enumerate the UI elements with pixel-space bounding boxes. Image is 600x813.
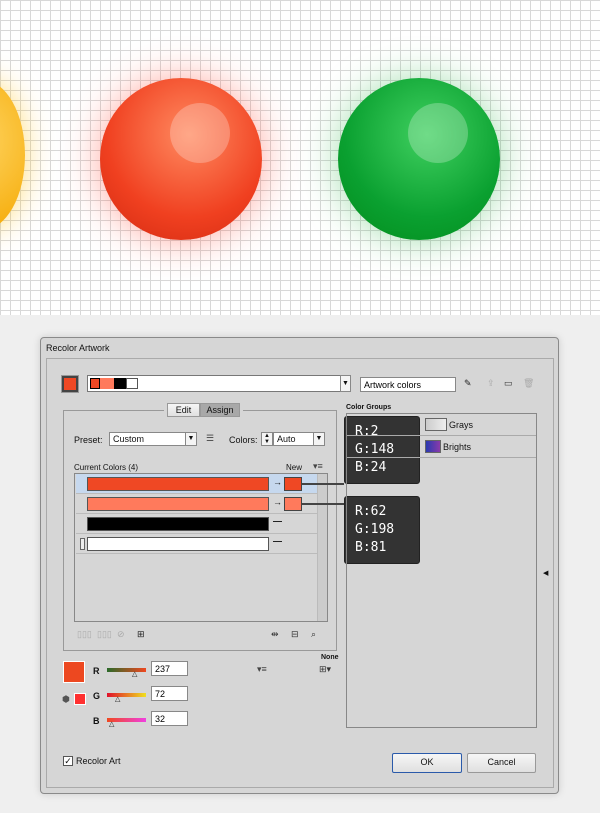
current-color-preview: [63, 661, 85, 683]
r-input[interactable]: [151, 661, 188, 676]
color-group-item[interactable]: Brights: [347, 436, 536, 458]
color-mode-menu-icon[interactable]: ▾≡: [257, 664, 267, 675]
colors-label: Colors:: [229, 435, 258, 445]
grays-swatches: [425, 418, 447, 431]
trash-icon[interactable]: 🗑: [523, 378, 534, 389]
new-row-icon[interactable]: ⊞: [137, 629, 145, 640]
exclude-colors-icon[interactable]: ⊘: [117, 629, 125, 640]
find-colors-icon[interactable]: ⌕: [311, 629, 316, 640]
green-sphere: [338, 78, 500, 240]
arrow-icon[interactable]: →: [273, 497, 282, 507]
out-of-gamut-cube-icon[interactable]: ⬢: [62, 694, 70, 705]
save-group-icon[interactable]: ⇪: [487, 378, 495, 389]
color-group-bar[interactable]: [87, 375, 341, 392]
color-row[interactable]: —: [76, 514, 317, 534]
list-menu-icon[interactable]: ▾≡: [313, 461, 323, 472]
checkbox-icon[interactable]: ✓: [63, 756, 73, 766]
swatch: [100, 378, 114, 389]
b-label: B: [93, 716, 100, 726]
color-groups-label: Color Groups: [346, 404, 392, 411]
color-row[interactable]: →: [76, 474, 317, 494]
red-sphere: [100, 78, 262, 240]
merge-colors-icon[interactable]: ▯▯▯: [77, 629, 92, 640]
randomly-change-order-icon[interactable]: ⇹: [271, 629, 279, 640]
colors-stepper[interactable]: ▲ ▼: [261, 432, 273, 446]
g-input[interactable]: [151, 686, 188, 701]
recolor-art-label: Recolor Art: [76, 756, 121, 766]
new-color-swatch[interactable]: [284, 477, 302, 491]
recolor-art-checkbox[interactable]: ✓ Recolor Art: [63, 756, 121, 766]
new-color-swatch[interactable]: [284, 497, 302, 511]
color-library-grid-icon[interactable]: ⊞▾: [319, 664, 331, 675]
ok-button[interactable]: OK: [392, 753, 462, 773]
active-color-swatch[interactable]: [61, 375, 79, 393]
collapse-panel-arrow-icon[interactable]: ◀: [543, 569, 548, 577]
r-slider[interactable]: [107, 668, 146, 672]
color-group-dropdown[interactable]: ▼: [340, 375, 351, 392]
b-input[interactable]: [151, 711, 188, 726]
current-colors-header: Current Colors (4): [74, 463, 139, 472]
swatch: [126, 378, 138, 389]
swatch: [114, 378, 126, 389]
cancel-button[interactable]: Cancel: [467, 753, 536, 773]
current-color-bar[interactable]: [87, 497, 269, 511]
current-color-bar[interactable]: [87, 537, 269, 551]
no-new-color-dash: —: [273, 516, 282, 526]
no-new-color-dash: —: [273, 536, 282, 546]
color-groups-list: Grays Brights: [346, 413, 537, 728]
new-header: New: [286, 463, 303, 472]
brights-swatches: [425, 440, 441, 453]
preset-label: Preset:: [74, 435, 103, 445]
g-label: G: [93, 691, 101, 701]
b-slider-thumb[interactable]: △: [109, 720, 114, 728]
arrow-icon[interactable]: →: [273, 477, 282, 487]
color-library-label: None: [321, 654, 339, 661]
color-group-item[interactable]: Grays: [347, 414, 536, 436]
current-colors-list: → → — —: [74, 473, 328, 622]
r-label: R: [93, 666, 100, 676]
group-name: Brights: [443, 442, 472, 452]
g-slider-thumb[interactable]: △: [115, 695, 120, 703]
yellow-sphere: [0, 80, 25, 230]
tooltip-connector: [301, 503, 344, 505]
current-color-bar[interactable]: [87, 477, 269, 491]
colors-dropdown[interactable]: ▼: [313, 432, 325, 446]
folder-icon[interactable]: ▭: [504, 378, 513, 389]
drag-handle-icon[interactable]: [80, 538, 85, 550]
gamut-swatch[interactable]: [74, 693, 86, 705]
artboard-canvas: [0, 0, 600, 315]
preset-select[interactable]: Custom: [109, 432, 186, 446]
list-scrollbar[interactable]: [317, 474, 327, 621]
current-color-bar[interactable]: [87, 517, 269, 531]
randomly-change-saturation-icon[interactable]: ⊟: [291, 629, 299, 640]
dialog-title: Recolor Artwork: [46, 343, 110, 353]
separate-colors-icon[interactable]: ▯▯▯: [97, 629, 112, 640]
color-row[interactable]: —: [76, 534, 317, 554]
tab-assign[interactable]: Assign: [200, 403, 240, 417]
artwork-colors-input[interactable]: [360, 377, 456, 392]
tooltip-connector: [301, 483, 344, 485]
group-name: Grays: [449, 420, 474, 430]
mode-tabs: Edit Assign: [164, 403, 243, 417]
color-reduction-options-icon[interactable]: ☰: [206, 433, 214, 444]
tab-edit[interactable]: Edit: [167, 403, 200, 417]
colors-select[interactable]: Auto: [273, 432, 314, 446]
color-row[interactable]: →: [76, 494, 317, 514]
recolor-artwork-dialog: Recolor Artwork ▼ ✎ ⇪ ▭ 🗑 Edit Assign Pr…: [40, 337, 559, 794]
r-slider-thumb[interactable]: △: [132, 670, 137, 678]
g-slider[interactable]: [107, 693, 146, 697]
preset-dropdown[interactable]: ▼: [185, 432, 197, 446]
swatch: [90, 378, 100, 389]
eyedropper-icon[interactable]: ✎: [464, 378, 472, 389]
